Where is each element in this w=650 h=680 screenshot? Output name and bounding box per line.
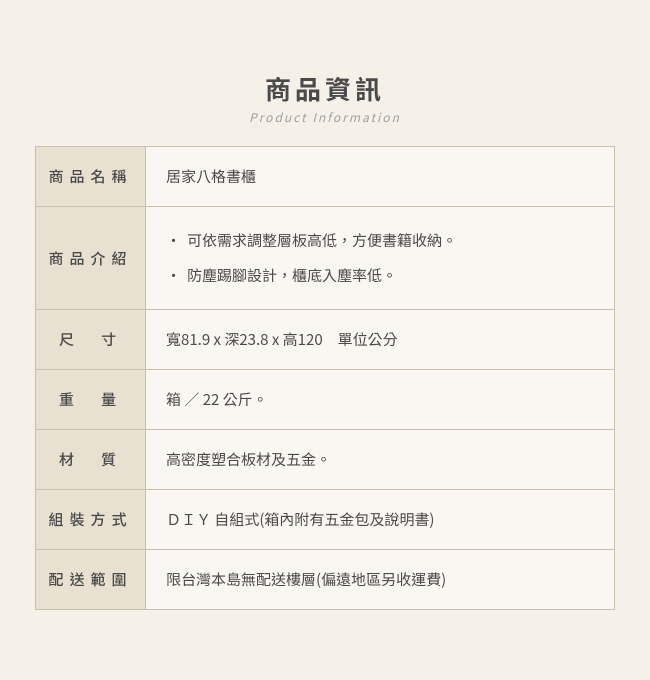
row-label: 尺 寸 xyxy=(36,310,146,369)
row-value: •可依需求調整層板高低，方便書籍收納。•防塵踢腳設計，櫃底入塵率低。 xyxy=(146,207,614,309)
row-label: 商品名稱 xyxy=(36,147,146,206)
description-text: 可依需求調整層板高低，方便書籍收納。 xyxy=(187,227,457,254)
row-label: 重 量 xyxy=(36,370,146,429)
row-value: 寬81.9 x 深23.8 x 高120 單位公分 xyxy=(146,310,614,369)
description-item: •可依需求調整層板高低，方便書籍收納。 xyxy=(166,227,457,254)
table-row: 組裝方式ＤＩＹ 自組式(箱內附有五金包及說明書) xyxy=(36,490,614,550)
row-value: 高密度塑合板材及五金。 xyxy=(146,430,614,489)
table-row: 商品介紹•可依需求調整層板高低，方便書籍收納。•防塵踢腳設計，櫃底入塵率低。 xyxy=(36,207,614,310)
product-info-container: 商品資訊 Product Information 商品名稱居家八格書櫃商品介紹 •… xyxy=(25,50,625,630)
table-row: 材 質高密度塑合板材及五金。 xyxy=(36,430,614,490)
description-item: •防塵踢腳設計，櫃底入塵率低。 xyxy=(166,262,397,289)
table-row: 配送範圍限台灣本島無配送樓層(偏遠地區另收運費) xyxy=(36,550,614,609)
row-value: ＤＩＹ 自組式(箱內附有五金包及說明書) xyxy=(146,490,614,549)
row-value: 居家八格書櫃 xyxy=(146,147,614,206)
row-label: 商品介紹 xyxy=(36,207,146,309)
row-value: 箱 ／ 22 公斤。 xyxy=(146,370,614,429)
row-label: 配送範圍 xyxy=(36,550,146,609)
row-label: 材 質 xyxy=(36,430,146,489)
page-header: 商品資訊 Product Information xyxy=(35,70,615,126)
table-row: 尺 寸寬81.9 x 深23.8 x 高120 單位公分 xyxy=(36,310,614,370)
page-subtitle: Product Information xyxy=(35,109,615,126)
row-value: 限台灣本島無配送樓層(偏遠地區另收運費) xyxy=(146,550,614,609)
description-text: 防塵踢腳設計，櫃底入塵率低。 xyxy=(187,262,397,289)
table-row: 商品名稱居家八格書櫃 xyxy=(36,147,614,207)
table-row: 重 量箱 ／ 22 公斤。 xyxy=(36,370,614,430)
page-title: 商品資訊 xyxy=(35,70,615,107)
product-table: 商品名稱居家八格書櫃商品介紹•可依需求調整層板高低，方便書籍收納。•防塵踢腳設計… xyxy=(35,146,615,610)
row-label: 組裝方式 xyxy=(36,490,146,549)
bullet-icon: • xyxy=(166,227,181,254)
bullet-icon: • xyxy=(166,262,181,289)
